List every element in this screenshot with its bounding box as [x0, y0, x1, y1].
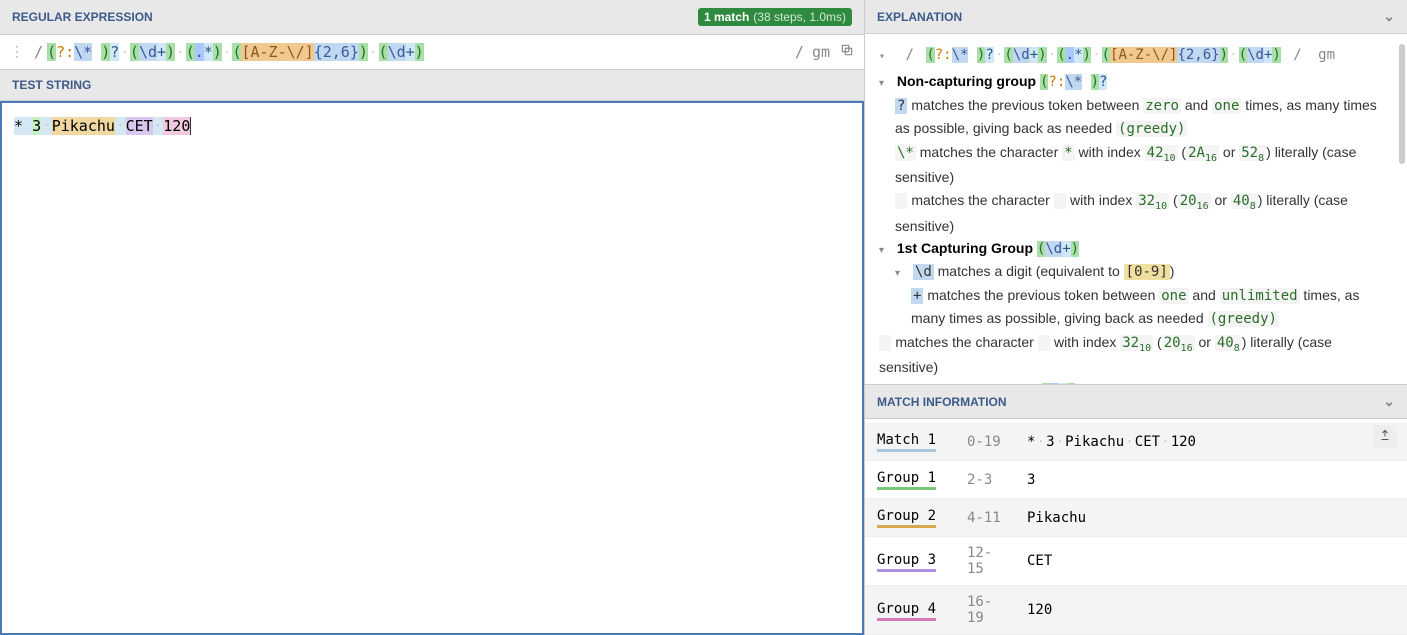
chevron-down-icon[interactable]: ⌄: [1383, 8, 1395, 25]
chevron-down-icon[interactable]: ▾: [879, 76, 889, 92]
chevron-down-icon[interactable]: ⌄: [1383, 393, 1395, 410]
match-value: Pikachu: [1015, 499, 1407, 537]
test-string-label: TEST STRING: [12, 78, 91, 92]
match-badge[interactable]: 1 match (38 steps, 1.0ms): [698, 8, 852, 26]
match-range: 0-19: [955, 423, 1015, 461]
match-info-header: MATCH INFORMATION ⌄: [865, 385, 1407, 419]
chevron-down-icon[interactable]: ▾: [895, 266, 905, 282]
explanation-ncg: ▾ Non-capturing group (?:\* )? ? matches…: [879, 70, 1393, 237]
match-info-label: MATCH INFORMATION: [877, 395, 1007, 409]
explanation-label: EXPLANATION: [877, 10, 962, 24]
scrollbar[interactable]: [1399, 44, 1405, 164]
explanation-panel: ▾ / (?:\* )?·(\d+)·(.*)·([A-Z-\/]{2,6})·…: [865, 34, 1407, 385]
match-range: 2-3: [955, 461, 1015, 499]
regex-header: REGULAR EXPRESSION 1 match (38 steps, 1.…: [0, 0, 864, 35]
regex-header-label: REGULAR EXPRESSION: [12, 10, 153, 24]
match-label: Match 1: [877, 432, 936, 452]
explanation-g1: ▾ 1st Capturing Group (\d+) ▾ \d matches…: [879, 237, 1393, 331]
regex-flags[interactable]: gm: [812, 43, 830, 61]
chevron-down-icon[interactable]: ▾: [879, 49, 889, 65]
chevron-down-icon[interactable]: ▾: [879, 243, 889, 259]
regex-input-bar[interactable]: ⋮ / (?:\* )?·(\d+)·(.*)·([A-Z-\/]{2,6})·…: [0, 35, 864, 70]
drag-handle-icon[interactable]: ⋮: [10, 44, 24, 60]
table-row[interactable]: Group 1 2-33: [865, 461, 1407, 499]
explanation-header: EXPLANATION ⌄: [865, 0, 1407, 34]
test-string-header: TEST STRING: [0, 70, 864, 101]
match-value: 3: [1015, 461, 1407, 499]
table-row[interactable]: Group 3 12-15CET: [865, 537, 1407, 586]
regex-delimiter-open: /: [34, 43, 43, 61]
regex-pattern[interactable]: (?:\* )?·(\d+)·(.*)·([A-Z-\/]{2,6})·(\d+…: [47, 43, 791, 61]
match-label: Group 4: [877, 601, 936, 621]
match-label: Group 3: [877, 552, 936, 572]
match-info-panel: Match 1 0-19*·3·Pikachu·CET·120 Group 1 2-3…: [865, 419, 1407, 635]
explanation-g2: ▸ 2nd Capturing Group (.*): [879, 379, 1393, 385]
match-value: CET: [1015, 537, 1407, 586]
table-row[interactable]: Group 4 16-19120: [865, 586, 1407, 635]
table-row[interactable]: Match 1 0-19*·3·Pikachu·CET·120: [865, 423, 1407, 461]
explanation-space2: matches the character with index 3210 (2…: [879, 331, 1393, 379]
match-label: Group 2: [877, 508, 936, 528]
regex-delimiter-close: /: [795, 43, 804, 61]
test-string-input[interactable]: * 3·Pikachu·CET·120: [0, 101, 864, 635]
match-table: Match 1 0-19*·3·Pikachu·CET·120 Group 1 2-3…: [865, 423, 1407, 635]
match-label: Group 1: [877, 470, 936, 490]
table-row[interactable]: Group 2 4-11Pikachu: [865, 499, 1407, 537]
match-range: 4-11: [955, 499, 1015, 537]
copy-icon[interactable]: [840, 43, 854, 61]
match-value: *·3·Pikachu·CET·120: [1015, 423, 1407, 461]
export-icon[interactable]: [1373, 425, 1397, 448]
match-value: 120: [1015, 586, 1407, 635]
match-range: 12-15: [955, 537, 1015, 586]
explanation-regex-summary: ▾ / (?:\* )?·(\d+)·(.*)·([A-Z-\/]{2,6})·…: [879, 44, 1393, 66]
match-range: 16-19: [955, 586, 1015, 635]
